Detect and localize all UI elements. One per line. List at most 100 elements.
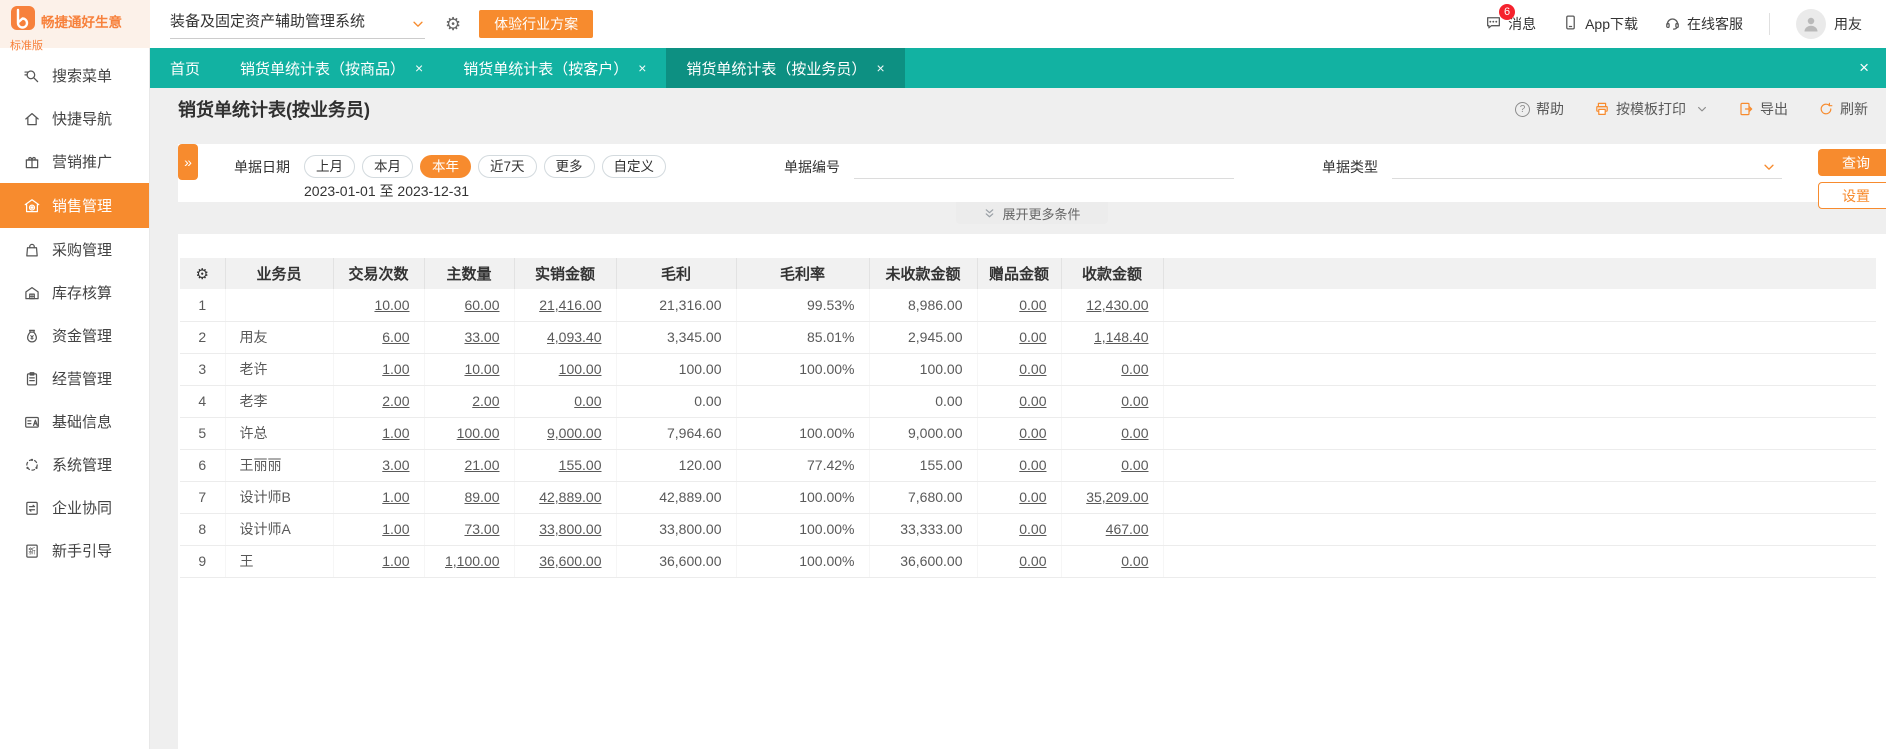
drilldown-link[interactable]: 1.00: [382, 425, 409, 441]
sidebar-item-2[interactable]: 快捷导航: [0, 97, 149, 140]
drilldown-link[interactable]: 0.00: [1019, 329, 1046, 345]
expand-more-conditions[interactable]: 展开更多条件: [956, 202, 1108, 224]
tab-close-icon[interactable]: ×: [415, 60, 423, 76]
drilldown-link[interactable]: 2.00: [382, 393, 409, 409]
drilldown-link[interactable]: 73.00: [464, 521, 499, 537]
system-select-dropdown[interactable]: 装备及固定资产辅助管理系统: [170, 10, 425, 39]
chevron-down-icon[interactable]: [1696, 103, 1708, 115]
drilldown-link[interactable]: 89.00: [464, 489, 499, 505]
drilldown-link[interactable]: 36,600.00: [539, 553, 601, 569]
drilldown-link[interactable]: 0.00: [1121, 361, 1148, 377]
date-start[interactable]: 2023-01-01: [304, 183, 376, 199]
tab-1[interactable]: 首页: [150, 48, 220, 88]
tab-close-icon[interactable]: ×: [876, 60, 884, 76]
date-end[interactable]: 2023-12-31: [397, 183, 469, 199]
column-header-6[interactable]: 毛利率: [736, 258, 870, 289]
app-download-button[interactable]: App下载: [1562, 14, 1638, 34]
drilldown-link[interactable]: 33.00: [464, 329, 499, 345]
online-service-button[interactable]: 在线客服: [1664, 14, 1743, 34]
drilldown-link[interactable]: 0.00: [1019, 457, 1046, 473]
column-header-5[interactable]: 毛利: [616, 258, 737, 289]
drilldown-link[interactable]: 0.00: [1019, 521, 1046, 537]
sidebar-item-7[interactable]: 资金管理: [0, 314, 149, 357]
date-pill-2[interactable]: 本月: [362, 155, 413, 178]
drilldown-link[interactable]: 0.00: [1019, 361, 1046, 377]
sidebar-item-4[interactable]: 销售管理: [0, 183, 149, 228]
column-header-1[interactable]: 业务员: [225, 258, 334, 289]
drilldown-link[interactable]: 9,000.00: [547, 425, 602, 441]
sidebar-item-9[interactable]: 基础信息: [0, 400, 149, 443]
drilldown-link[interactable]: 0.00: [1019, 297, 1046, 313]
column-header-4[interactable]: 实销金额: [514, 258, 617, 289]
drilldown-link[interactable]: 1.00: [382, 361, 409, 377]
date-pill-4[interactable]: 近7天: [478, 155, 537, 178]
date-pill-1[interactable]: 上月: [304, 155, 355, 178]
column-header-2[interactable]: 交易次数: [333, 258, 425, 289]
toolbar-refresh-button[interactable]: 刷新: [1818, 99, 1868, 119]
column-header-7[interactable]: 未收款金额: [869, 258, 978, 289]
tab-4[interactable]: 销货单统计表（按业务员） ×: [666, 48, 905, 88]
drilldown-link[interactable]: 100.00: [559, 361, 602, 377]
toolbar-help-button[interactable]: ? 帮助: [1515, 99, 1564, 119]
doc-no-input[interactable]: [854, 155, 1234, 179]
column-header-8[interactable]: 赠品金额: [977, 258, 1062, 289]
drilldown-link[interactable]: 42,889.00: [539, 489, 601, 505]
drilldown-link[interactable]: 0.00: [1019, 553, 1046, 569]
sidebar-item-11[interactable]: 企业协同: [0, 486, 149, 529]
drilldown-link[interactable]: 0.00: [1121, 457, 1148, 473]
gear-icon[interactable]: ⚙: [445, 15, 461, 33]
drilldown-link[interactable]: 21,416.00: [539, 297, 601, 313]
date-pill-6[interactable]: 自定义: [601, 155, 667, 178]
sidebar-item-5[interactable]: 采购管理: [0, 228, 149, 271]
drilldown-link[interactable]: 1,148.40: [1094, 329, 1149, 345]
drilldown-link[interactable]: 1,100.00: [445, 553, 500, 569]
drilldown-link[interactable]: 2.00: [472, 393, 499, 409]
drilldown-link[interactable]: 35,209.00: [1086, 489, 1148, 505]
sidebar-item-10[interactable]: 系统管理: [0, 443, 149, 486]
date-pill-5[interactable]: 更多: [543, 155, 595, 178]
drilldown-link[interactable]: 0.00: [1019, 393, 1046, 409]
drilldown-link[interactable]: 1.00: [382, 553, 409, 569]
date-pill-3[interactable]: 本年: [420, 155, 471, 178]
drilldown-link[interactable]: 0.00: [1121, 553, 1148, 569]
sidebar-item-3[interactable]: 营销推广: [0, 140, 149, 183]
search-button[interactable]: 查询: [1818, 149, 1886, 176]
drilldown-link[interactable]: 60.00: [464, 297, 499, 313]
messages-button[interactable]: 消息 6: [1485, 4, 1536, 34]
column-header-3[interactable]: 主数量: [424, 258, 515, 289]
drilldown-link[interactable]: 4,093.40: [547, 329, 602, 345]
sidebar-item-6[interactable]: 库存核算: [0, 271, 149, 314]
toolbar-export-button[interactable]: 导出: [1738, 99, 1788, 119]
drilldown-link[interactable]: 0.00: [1019, 425, 1046, 441]
drilldown-link[interactable]: 0.00: [1121, 393, 1148, 409]
drilldown-link[interactable]: 10.00: [464, 361, 499, 377]
close-all-tabs-icon[interactable]: ×: [1842, 48, 1886, 88]
column-settings-gear-icon[interactable]: ⚙: [180, 258, 226, 289]
drilldown-link[interactable]: 1.00: [382, 489, 409, 505]
drilldown-link[interactable]: 3.00: [382, 457, 409, 473]
drilldown-link[interactable]: 100.00: [457, 425, 500, 441]
column-header-9[interactable]: 收款金额: [1061, 258, 1164, 289]
sidebar-item-12[interactable]: 新 新手引导: [0, 529, 149, 572]
drilldown-link[interactable]: 33,800.00: [539, 521, 601, 537]
date-range-value[interactable]: 2023-01-01 至 2023-12-31: [304, 181, 756, 201]
user-menu[interactable]: 用友: [1796, 9, 1862, 39]
sidebar-item-8[interactable]: 经营管理: [0, 357, 149, 400]
doc-type-select[interactable]: [1392, 155, 1782, 179]
drilldown-link[interactable]: 21.00: [464, 457, 499, 473]
drilldown-link[interactable]: 155.00: [559, 457, 602, 473]
trial-solution-button[interactable]: 体验行业方案: [479, 10, 594, 38]
drilldown-link[interactable]: 1.00: [382, 521, 409, 537]
tab-3[interactable]: 销货单统计表（按客户） ×: [443, 48, 666, 88]
drilldown-link[interactable]: 0.00: [1121, 425, 1148, 441]
toolbar-printer-button[interactable]: 按模板打印: [1594, 99, 1708, 119]
drilldown-link[interactable]: 0.00: [1019, 489, 1046, 505]
sidebar-item-1[interactable]: 搜索菜单: [0, 54, 149, 97]
collapse-filter-button[interactable]: »: [178, 144, 198, 180]
drilldown-link[interactable]: 467.00: [1106, 521, 1149, 537]
drilldown-link[interactable]: 6.00: [382, 329, 409, 345]
tab-2[interactable]: 销货单统计表（按商品） ×: [220, 48, 443, 88]
tab-close-icon[interactable]: ×: [638, 60, 646, 76]
drilldown-link[interactable]: 12,430.00: [1086, 297, 1148, 313]
drilldown-link[interactable]: 10.00: [374, 297, 409, 313]
